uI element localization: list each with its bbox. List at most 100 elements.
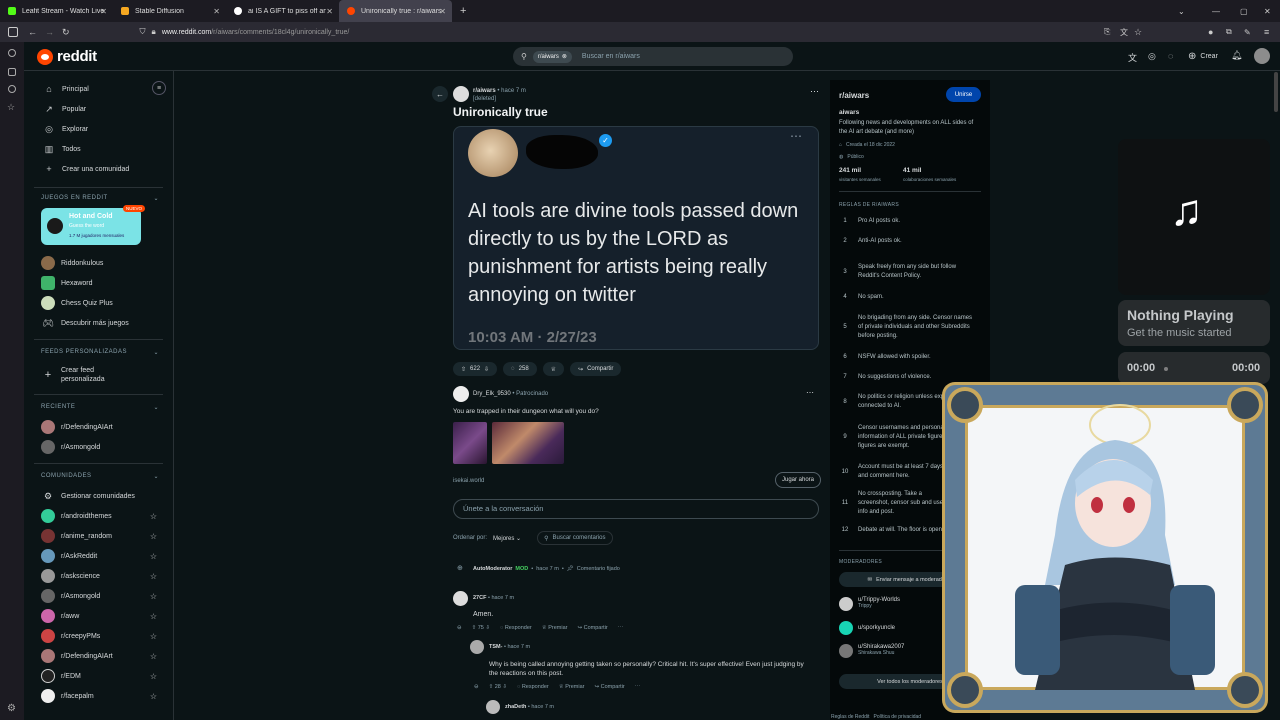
upvote-icon[interactable]: ⇧ bbox=[489, 684, 494, 690]
create-post-button[interactable]: ⊕ Crear bbox=[1188, 51, 1218, 62]
post-options-icon[interactable]: ⋯ bbox=[810, 86, 819, 97]
sidebar-app-icon[interactable]: ☆ bbox=[7, 102, 15, 113]
more-icon[interactable]: ⋯ bbox=[635, 684, 641, 690]
url-field[interactable]: www.reddit.com/r/aiwars/comments/18cl4g/… bbox=[162, 29, 350, 36]
star-icon[interactable]: ☆ bbox=[150, 572, 157, 581]
star-icon[interactable]: ☆ bbox=[150, 612, 157, 621]
avatar[interactable] bbox=[486, 700, 500, 714]
comment-input[interactable]: Únete a la conversación bbox=[453, 499, 819, 519]
translate-icon[interactable]: 文 bbox=[1128, 51, 1137, 64]
translate-icon[interactable]: ⎘ bbox=[1104, 27, 1110, 37]
close-icon[interactable]: ✕ bbox=[326, 7, 333, 16]
star-icon[interactable]: ☆ bbox=[150, 652, 157, 661]
downvote-icon[interactable]: ⇩ bbox=[485, 625, 490, 631]
play-now-button[interactable]: Jugar ahora bbox=[775, 472, 822, 488]
forward-icon[interactable]: → bbox=[45, 27, 54, 37]
star-icon[interactable]: ☆ bbox=[150, 632, 157, 641]
rule-item[interactable]: 2 Anti-AI posts ok. bbox=[830, 237, 990, 257]
shield-icon[interactable]: ⛉ bbox=[140, 27, 146, 37]
game-hexaword[interactable]: Hexaword bbox=[24, 273, 173, 293]
tab-0[interactable]: Leafit Stream - Watch Live ✕ bbox=[0, 0, 113, 22]
community-item[interactable]: r/aww ☆ bbox=[24, 606, 173, 626]
reddit-logo[interactable]: reddit bbox=[37, 48, 97, 65]
maximize-icon[interactable]: ▢ bbox=[1240, 7, 1248, 16]
featured-game-card[interactable]: Hot and Cold Guess the word 1.7 M jugado… bbox=[41, 205, 145, 245]
close-icon[interactable]: ✕ bbox=[213, 7, 220, 16]
ad-author[interactable]: Dry_Elk_9530 bbox=[473, 391, 511, 397]
search-bar[interactable]: ⚲ r/aiwars ⊗ Buscar en r/aiwars bbox=[513, 47, 793, 66]
sidebar-app-icon[interactable] bbox=[8, 68, 16, 76]
reply-button[interactable]: ◌ Responder bbox=[517, 684, 549, 690]
nav-item-create-community[interactable]: + Crear una comunidad bbox=[24, 159, 173, 179]
rule-item[interactable]: 6 NSFW allowed with spoiler. bbox=[830, 347, 990, 367]
avatar[interactable] bbox=[470, 640, 484, 654]
join-button[interactable]: Unirse bbox=[946, 87, 981, 102]
manage-communities[interactable]: ⚙ Gestionar comunidades bbox=[24, 486, 173, 506]
progress-track[interactable] bbox=[1164, 367, 1168, 371]
game-chess-quiz[interactable]: Chess Quiz Plus bbox=[24, 293, 173, 313]
notifications-bell-icon[interactable]: 🔔︎ bbox=[1231, 50, 1242, 61]
award-button[interactable]: ♕ Premiar bbox=[542, 625, 568, 631]
sort-dropdown[interactable]: Mejores ⌄ bbox=[493, 535, 521, 542]
sidebar-app-icon[interactable] bbox=[8, 49, 16, 57]
ads-icon[interactable]: ◎ bbox=[1148, 51, 1156, 62]
rule-item[interactable]: 7 No suggestions of violence. bbox=[830, 367, 990, 387]
translate-page-icon[interactable]: 文 bbox=[1120, 27, 1128, 38]
vote-control[interactable]: ⇧ 622 ⇩ bbox=[453, 362, 498, 376]
community-item[interactable]: r/Asmongold ☆ bbox=[24, 586, 173, 606]
star-icon[interactable]: ☆ bbox=[150, 672, 157, 681]
discover-games[interactable]: 🎮︎ Descubrir más juegos bbox=[24, 313, 173, 333]
extension-icon[interactable]: ✎ bbox=[1244, 28, 1251, 37]
nav-item-explore[interactable]: ◎ Explorar bbox=[24, 119, 173, 139]
close-icon[interactable]: ✕ bbox=[439, 7, 446, 16]
more-icon[interactable]: ⋯ bbox=[618, 625, 624, 631]
share-button[interactable]: ↪ Compartir bbox=[577, 625, 607, 631]
extensions-icon[interactable]: ⧉ bbox=[1226, 27, 1232, 37]
chevron-down-icon[interactable]: ⌄ bbox=[1178, 7, 1185, 16]
sidebar-toggle-icon[interactable] bbox=[8, 27, 18, 37]
community-item[interactable]: r/DefendingAIArt ☆ bbox=[24, 646, 173, 666]
collapse-icon[interactable]: ⊖ bbox=[474, 684, 479, 690]
account-icon[interactable]: ● bbox=[1208, 27, 1213, 37]
community-item[interactable]: r/askscience ☆ bbox=[24, 566, 173, 586]
community-item[interactable]: r/facepalm ☆ bbox=[24, 686, 173, 706]
nav-collapse-button[interactable]: ≡ bbox=[152, 81, 166, 95]
settings-gear-icon[interactable]: ⚙ bbox=[7, 703, 16, 714]
post-image[interactable]: ✓ ⋯ AI tools are divine tools passed dow… bbox=[453, 126, 819, 350]
scrollbar[interactable] bbox=[1274, 72, 1278, 112]
community-item[interactable]: r/creepyPMs ☆ bbox=[24, 626, 173, 646]
avatar[interactable] bbox=[453, 591, 468, 606]
avatar[interactable] bbox=[839, 644, 853, 658]
ad-options-icon[interactable]: ⋯ bbox=[806, 388, 814, 397]
reply-button[interactable]: ◌ Responder bbox=[500, 625, 532, 631]
tab-2[interactable]: ai IS A GIFT to piss off artists - ...✕ bbox=[226, 0, 339, 22]
avatar[interactable] bbox=[453, 86, 469, 102]
award-button[interactable]: ♕ Premiar bbox=[559, 684, 585, 690]
avatar[interactable] bbox=[839, 621, 853, 635]
new-tab-icon[interactable]: + bbox=[460, 5, 466, 17]
upvote-icon[interactable]: ⇧ bbox=[472, 625, 477, 631]
post-subreddit-link[interactable]: r/aiwars bbox=[473, 88, 496, 94]
downvote-icon[interactable]: ⇩ bbox=[484, 366, 489, 373]
nav-item-popular[interactable]: ↗ Popular bbox=[24, 99, 173, 119]
star-icon[interactable]: ☆ bbox=[150, 512, 157, 521]
comments-button[interactable]: ◌ 258 bbox=[503, 362, 537, 376]
recent-item[interactable]: r/DefendingAIArt bbox=[24, 417, 173, 437]
vote-control[interactable]: ⇧ 28 ⇩ bbox=[489, 684, 507, 690]
feeds-section-title[interactable]: FEEDS PERSONALIZADAS ⌄ bbox=[24, 342, 173, 362]
rule-item[interactable]: 3 Speak freely from any side but follow R… bbox=[830, 257, 990, 287]
bookmark-star-icon[interactable]: ☆ bbox=[1134, 27, 1142, 38]
sidebar-app-icon[interactable] bbox=[8, 85, 16, 93]
community-item[interactable]: r/EDM ☆ bbox=[24, 666, 173, 686]
community-item[interactable]: r/anime_random ☆ bbox=[24, 526, 173, 546]
vote-control[interactable]: ⇧ 75 ⇩ bbox=[472, 625, 490, 631]
communities-section-title[interactable]: COMUNIDADES ⌄ bbox=[24, 466, 173, 486]
collapse-icon[interactable]: ⊕ bbox=[457, 564, 463, 572]
tab-3[interactable]: Unironically true : r/aiwars ✕ bbox=[339, 0, 452, 22]
collapse-icon[interactable]: ⊖ bbox=[457, 625, 462, 631]
star-icon[interactable]: ☆ bbox=[150, 692, 157, 701]
close-icon[interactable]: ⊗ bbox=[562, 53, 567, 60]
star-icon[interactable]: ☆ bbox=[150, 532, 157, 541]
search-community-chip[interactable]: r/aiwars ⊗ bbox=[532, 50, 572, 63]
back-button[interactable]: ← bbox=[432, 86, 448, 102]
